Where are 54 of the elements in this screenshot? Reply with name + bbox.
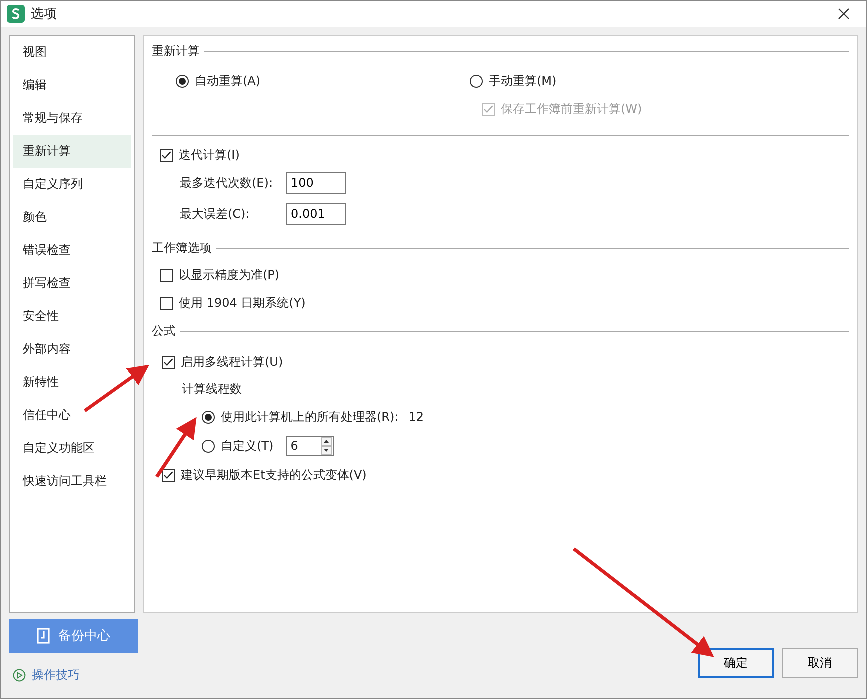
input-field[interactable]: 100 (286, 172, 346, 194)
radio-button[interactable] (202, 410, 215, 424)
sidebar-item[interactable]: 外部内容 (13, 333, 131, 366)
annotation-arrow (84, 364, 150, 412)
spin-box[interactable]: 6 (286, 436, 334, 456)
tips-link[interactable]: 操作技巧 (9, 667, 138, 684)
subsection-label: 计算线程数 (182, 380, 242, 398)
close-icon[interactable] (838, 8, 850, 20)
sidebar-item[interactable]: 拼写检查 (13, 267, 131, 300)
option-label: 自动重算(A) (195, 72, 261, 90)
checkbox[interactable] (160, 296, 173, 310)
field-label: 最多迭代次数(E): (180, 174, 274, 192)
option-label: 保存工作簿前重新计算(W) (501, 100, 642, 118)
sidebar-item[interactable]: 错误检查 (13, 234, 131, 267)
checkbox[interactable] (162, 356, 175, 368)
document-icon (36, 628, 50, 644)
sidebar-item[interactable]: 常规与保存 (13, 102, 131, 135)
option-label: 启用多线程计算(U) (181, 354, 284, 370)
sidebar-item[interactable]: 重新计算 (13, 135, 131, 168)
option-label: 迭代计算(I) (179, 146, 240, 164)
sidebar-item[interactable]: 编辑 (13, 69, 131, 102)
option-label: 自定义(T) (221, 438, 274, 454)
play-icon (13, 669, 26, 682)
radio-button[interactable] (202, 440, 215, 452)
sidebar-item[interactable]: 自定义功能区 (13, 432, 131, 465)
down-arrow-icon[interactable] (320, 446, 332, 455)
option-label: 建议早期版本Et支持的公式变体(V) (181, 466, 367, 484)
radio-button[interactable] (470, 74, 483, 88)
cancel-button[interactable]: 取消 (782, 648, 858, 678)
window-title: 选项 (31, 6, 58, 23)
field-label: 最大误差(C): (180, 206, 251, 222)
up-arrow-icon[interactable] (320, 437, 332, 446)
section-title: 公式 (152, 322, 176, 340)
checkbox[interactable] (162, 468, 175, 482)
section-title: 重新计算 (152, 42, 200, 60)
checkbox[interactable] (160, 148, 173, 162)
sidebar-item[interactable]: 安全性 (13, 300, 131, 333)
option-label: 使用 1904 日期系统(Y) (179, 294, 306, 312)
sidebar-item[interactable]: 快速访问工具栏 (13, 465, 131, 498)
option-label: 以显示精度为准(P) (179, 266, 280, 284)
ok-button[interactable]: 确定 (698, 648, 774, 678)
sidebar-item[interactable]: 自定义序列 (13, 168, 131, 201)
app-logo-icon (7, 5, 25, 23)
input-field[interactable]: 0.001 (286, 203, 346, 225)
section-title: 工作簿选项 (152, 240, 212, 256)
radio-button[interactable] (176, 74, 189, 88)
sidebar-item[interactable]: 颜色 (13, 201, 131, 234)
processor-count: 12 (408, 410, 424, 424)
sidebar-item[interactable]: 信任中心 (13, 399, 131, 432)
sidebar-item[interactable]: 新特性 (13, 366, 131, 399)
sidebar-item[interactable]: 视图 (13, 36, 131, 69)
option-label: 使用此计算机上的所有处理器(R): (221, 408, 399, 426)
checkbox[interactable] (160, 268, 173, 282)
option-label: 手动重算(M) (489, 72, 557, 90)
